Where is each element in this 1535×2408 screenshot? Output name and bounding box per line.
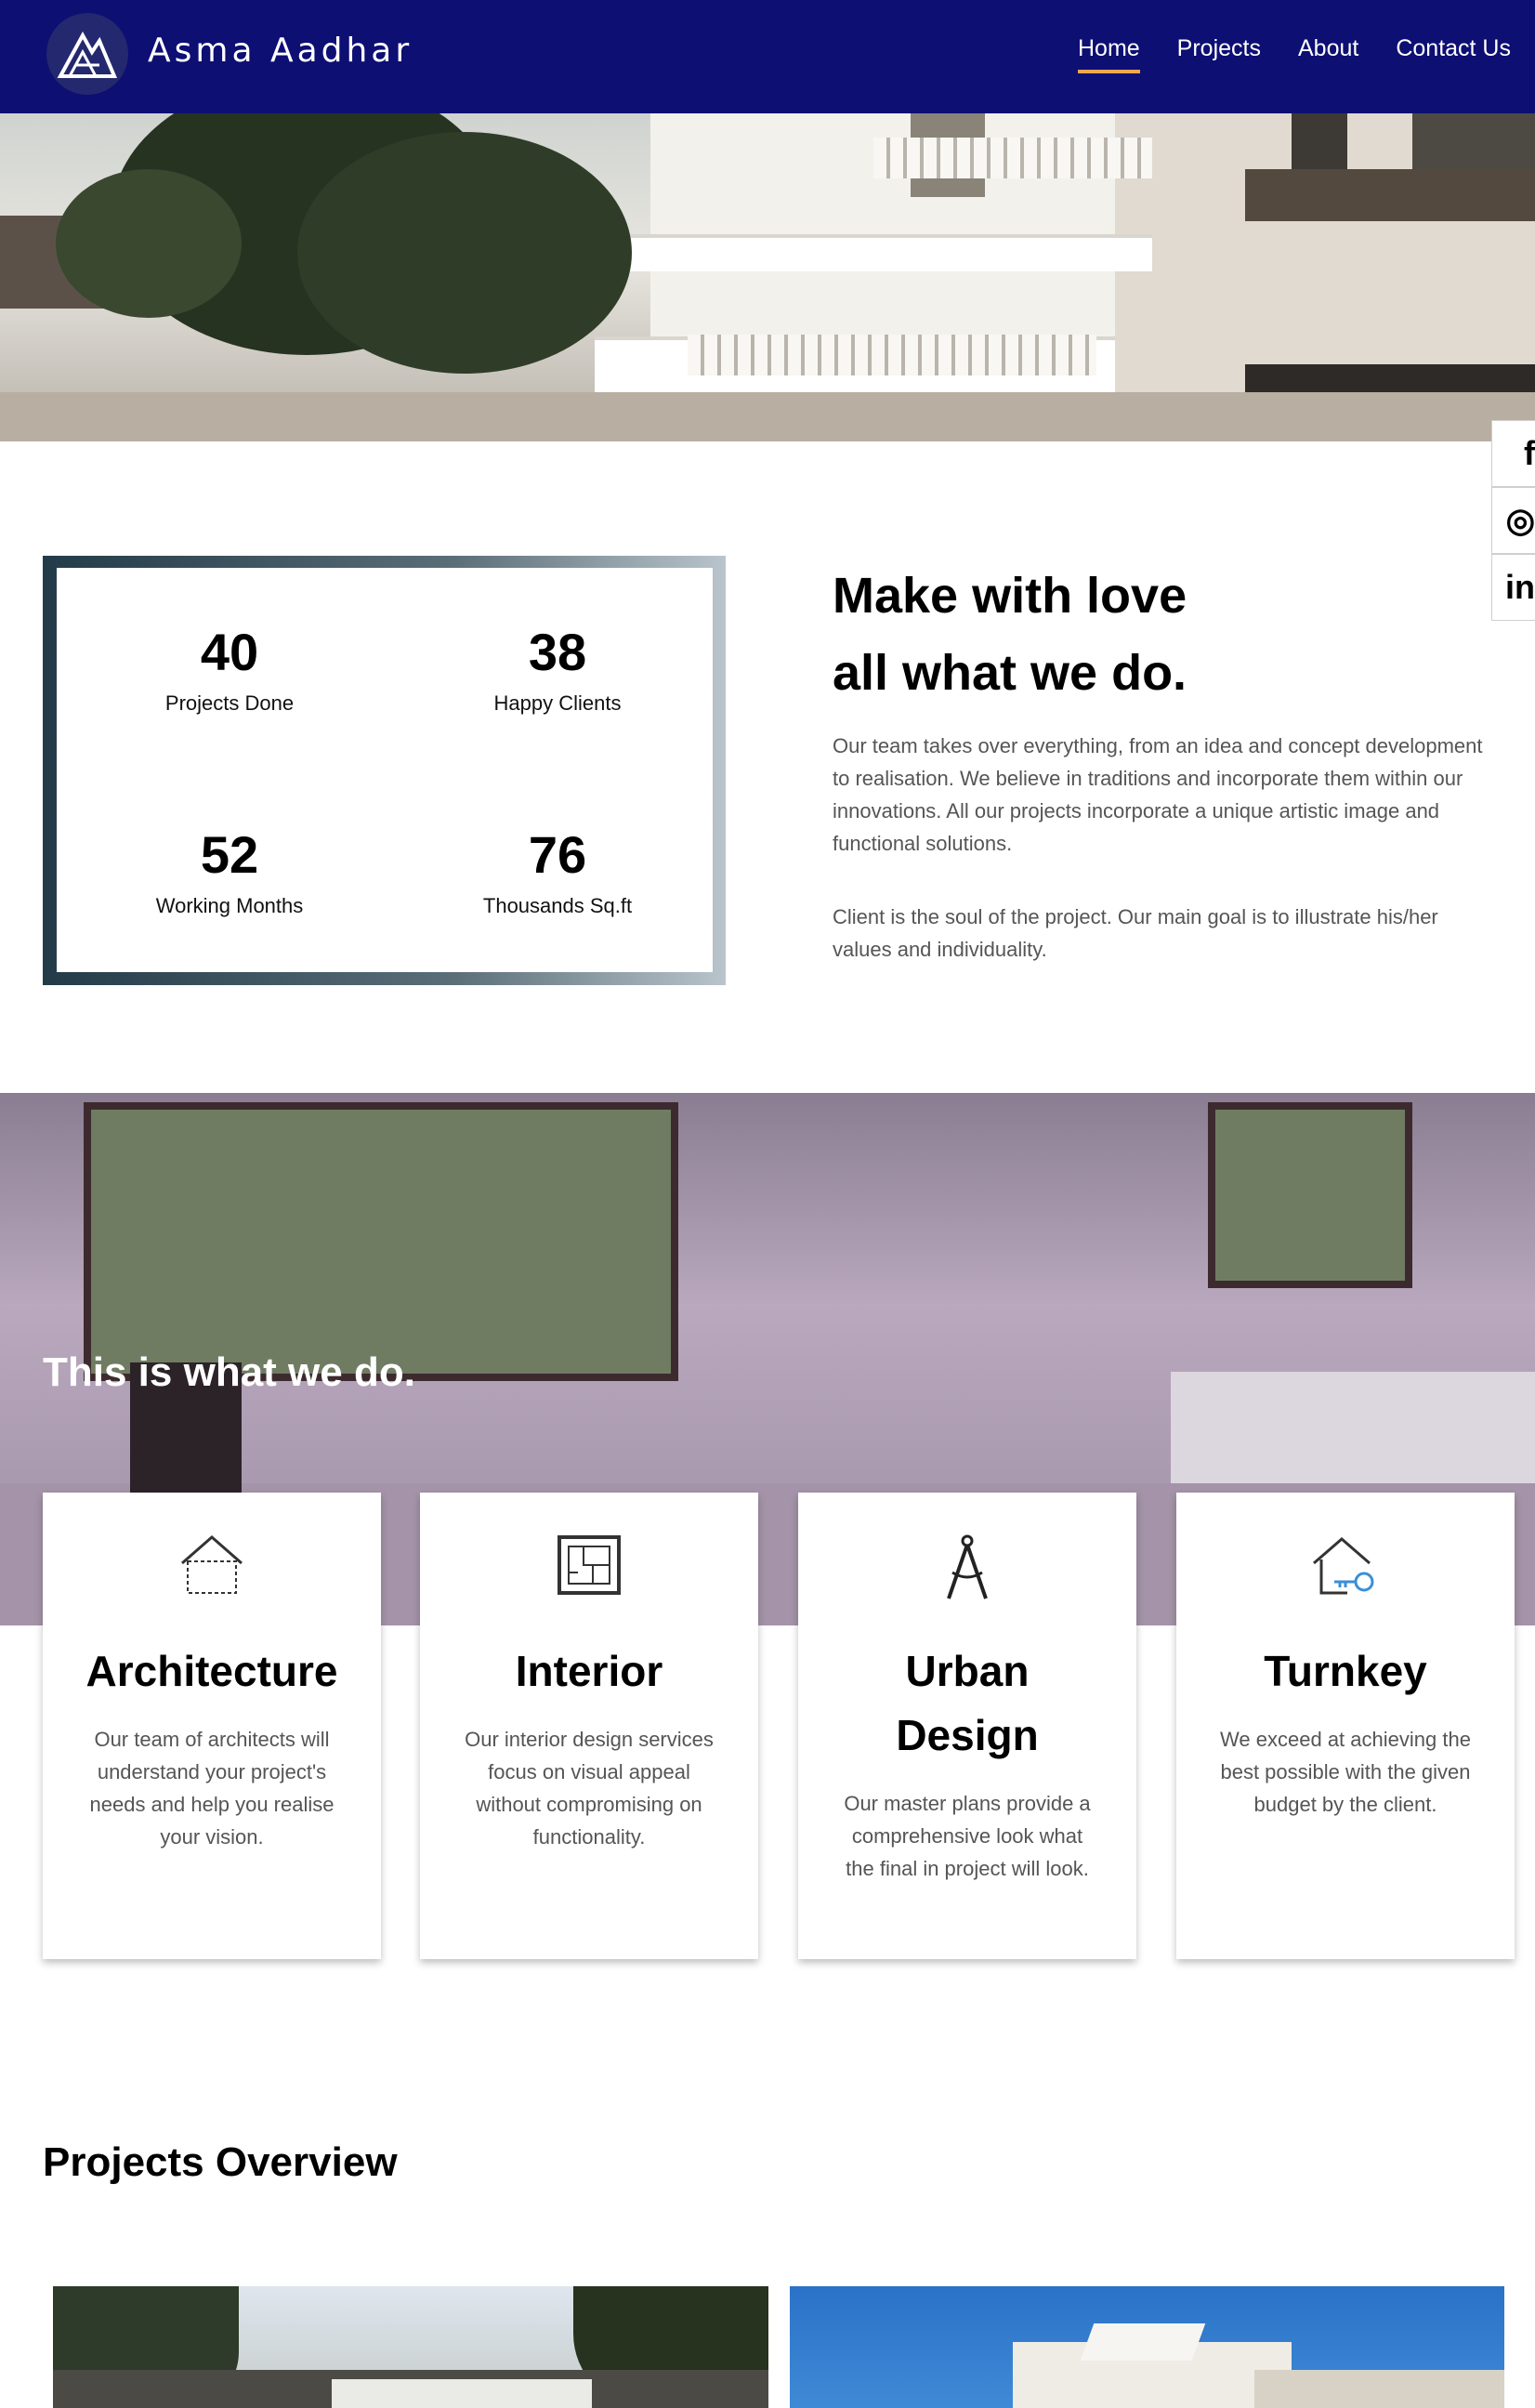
stat-label: Working Months bbox=[155, 894, 304, 917]
service-description: Our team of architects will understand y… bbox=[89, 1728, 335, 1849]
about-title: Make with love all what we do. bbox=[833, 558, 1483, 712]
service-title: Turnkey bbox=[1264, 1647, 1427, 1695]
stat-label: Thousands Sq.ft bbox=[482, 894, 633, 917]
nav-projects[interactable]: Projects bbox=[1177, 35, 1261, 73]
hero-image bbox=[0, 113, 1535, 441]
service-description: Our master plans provide a comprehensive… bbox=[844, 1792, 1091, 1880]
about-title-line-1: Make with love bbox=[833, 568, 1187, 624]
about-title-line-2: all what we do. bbox=[833, 645, 1187, 701]
nav-home[interactable]: Home bbox=[1077, 35, 1140, 73]
service-title: Interior bbox=[515, 1647, 663, 1695]
linkedin-icon[interactable]: in bbox=[1491, 554, 1535, 621]
about-paragraph-2: Client is the soul of the project. Our m… bbox=[833, 905, 1438, 961]
stat-value: 38 bbox=[528, 623, 587, 681]
stat-happy-clients: 38 Happy Clients bbox=[418, 622, 697, 716]
service-card-architecture[interactable]: Architecture Our team of architects will… bbox=[43, 1493, 381, 1959]
facebook-icon[interactable]: f bbox=[1491, 420, 1535, 487]
stats-panel: 40 Projects Done 38 Happy Clients 52 Wor… bbox=[57, 568, 713, 972]
service-title: Urban Design bbox=[896, 1647, 1039, 1759]
site-header: Asma Aadhar Home Projects About Contact … bbox=[0, 0, 1535, 113]
stat-projects-done: 40 Projects Done bbox=[90, 622, 369, 716]
service-card-turnkey[interactable]: Turnkey We exceed at achieving the best … bbox=[1176, 1493, 1515, 1959]
logo-mountain-icon bbox=[57, 31, 118, 78]
compass-icon bbox=[947, 1534, 988, 1599]
service-card-urban-design[interactable]: Urban Design Our master plans provide a … bbox=[798, 1493, 1136, 1959]
stat-value: 40 bbox=[200, 623, 259, 681]
social-links: f ◎ in bbox=[1491, 420, 1535, 621]
stat-value: 52 bbox=[200, 825, 259, 884]
nav-contact-us[interactable]: Contact Us bbox=[1396, 35, 1511, 73]
stat-working-months: 52 Working Months bbox=[90, 824, 369, 918]
stat-label: Projects Done bbox=[164, 691, 295, 715]
projects-title: Projects Overview bbox=[43, 2139, 398, 2185]
stat-value: 76 bbox=[528, 825, 587, 884]
house-icon bbox=[181, 1535, 243, 1594]
project-thumbnail-1[interactable] bbox=[53, 2286, 768, 2408]
stat-label: Happy Clients bbox=[493, 691, 622, 715]
services-title: This is what we do. bbox=[43, 1349, 415, 1395]
main-nav: Home Projects About Contact Us bbox=[1077, 35, 1511, 73]
about-paragraph-1: Our team takes over everything, from an … bbox=[833, 734, 1483, 855]
stat-sqft: 76 Thousands Sq.ft bbox=[418, 824, 697, 918]
instagram-icon[interactable]: ◎ bbox=[1491, 487, 1535, 554]
house-key-icon bbox=[1313, 1537, 1374, 1595]
service-title: Architecture bbox=[85, 1647, 338, 1695]
service-description: Our interior design services focus on vi… bbox=[465, 1728, 714, 1849]
floorplan-icon bbox=[558, 1535, 621, 1595]
logo[interactable] bbox=[46, 13, 128, 95]
brand-name[interactable]: Asma Aadhar bbox=[148, 32, 413, 70]
service-description: We exceed at achieving the best possible… bbox=[1220, 1728, 1471, 1816]
service-card-interior[interactable]: Interior Our interior design services fo… bbox=[420, 1493, 758, 1959]
nav-about[interactable]: About bbox=[1298, 35, 1358, 73]
project-thumbnail-2[interactable] bbox=[790, 2286, 1504, 2408]
